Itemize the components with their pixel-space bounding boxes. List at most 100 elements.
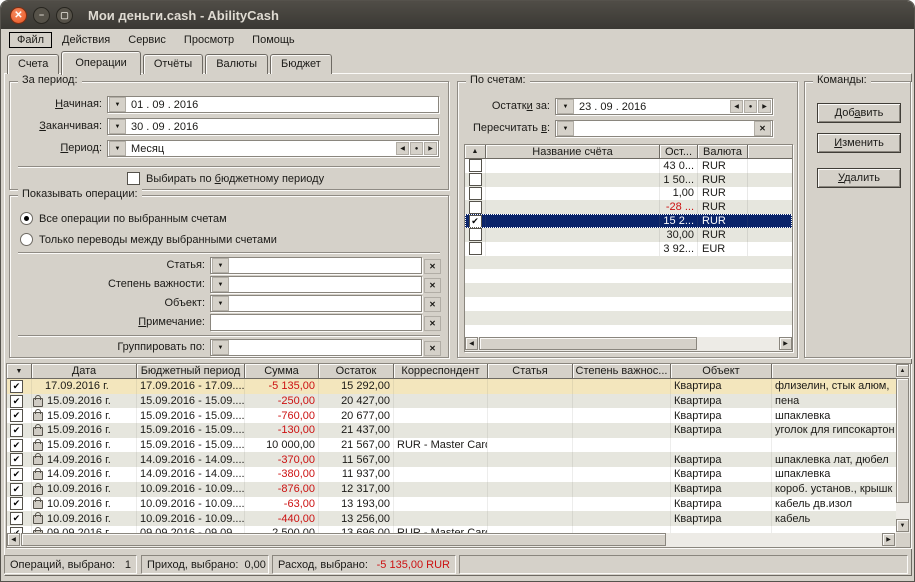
operation-row[interactable]: ✔15.09.2016 г.15.09.2016 - 15.09....-130… (7, 423, 896, 438)
chevron-down-icon[interactable]: ▼ (109, 97, 126, 112)
operation-row[interactable]: ✔10.09.2016 г.10.09.2016 - 10.09....-440… (7, 511, 896, 526)
operation-row[interactable]: ✔14.09.2016 г.14.09.2016 - 14.09....-370… (7, 452, 896, 467)
radio-button-icon[interactable] (20, 233, 33, 246)
operation-checkbox[interactable]: ✔ (10, 424, 23, 437)
tab-accounts[interactable]: Счета (7, 54, 59, 74)
tab-currencies[interactable]: Валюты (205, 54, 268, 74)
tab-reports[interactable]: Отчёты (143, 54, 203, 74)
operation-checkbox[interactable]: ✔ (10, 453, 23, 466)
add-button[interactable]: Добавить (817, 103, 901, 123)
account-checkbox[interactable]: ✔ (469, 215, 482, 228)
accounts-currency-header[interactable]: Валюта (698, 145, 748, 159)
article-header[interactable]: Статья (488, 364, 573, 379)
start-date-field[interactable]: ▼ 01 . 09 . 2016 (107, 96, 439, 113)
scroll-up-button[interactable]: ▲ (896, 364, 909, 377)
menu-help[interactable]: Помощь (244, 32, 303, 48)
operation-row[interactable]: ✔09.09.2016 г.09.09.2016 - 09.09....2 50… (7, 526, 896, 533)
radio-transfers-only[interactable]: Только переводы между выбранными счетами (20, 233, 277, 246)
chevron-down-icon[interactable]: ▼ (212, 277, 229, 292)
scroll-right-button[interactable]: ▶ (882, 533, 895, 546)
budget-period-header[interactable]: Бюджетный период (137, 364, 245, 379)
accounts-hscrollbar[interactable]: ◀ ▶ (465, 337, 792, 351)
tab-operations[interactable]: Операции (61, 51, 140, 75)
delete-button[interactable]: Удалить (817, 168, 901, 188)
account-row[interactable]: 43 0...RUR (465, 159, 792, 173)
operation-row[interactable]: ✔10.09.2016 г.10.09.2016 - 10.09....-876… (7, 482, 896, 497)
account-row[interactable]: 1 50...RUR (465, 173, 792, 187)
close-button[interactable]: ✕ (10, 7, 27, 24)
account-checkbox[interactable] (469, 242, 482, 255)
account-row[interactable]: ✔15 2...RUR (465, 214, 792, 228)
note-input[interactable] (210, 314, 422, 331)
radio-all-operations[interactable]: Все операции по выбранным счетам (20, 212, 227, 225)
operation-checkbox[interactable]: ✔ (10, 409, 23, 422)
menu-actions[interactable]: Действия (54, 32, 118, 48)
prev-day-button[interactable]: ◀ (730, 100, 743, 113)
scroll-right-button[interactable]: ▶ (779, 337, 792, 350)
period-field[interactable]: ▼ Месяц ◀ ● ▶ (107, 140, 439, 157)
clear-note-button[interactable]: ✕ (424, 316, 441, 331)
menu-file[interactable]: Файл (9, 32, 52, 48)
radio-button-icon[interactable] (20, 212, 33, 225)
note-header[interactable] (772, 364, 896, 379)
operation-row[interactable]: ✔15.09.2016 г.15.09.2016 - 15.09....-760… (7, 408, 896, 423)
scrollbar-thumb[interactable] (479, 337, 697, 350)
accounts-name-header[interactable]: Название счёта (486, 145, 660, 159)
clear-object-button[interactable]: ✕ (424, 297, 441, 312)
chevron-down-icon[interactable]: ▼ (557, 121, 574, 136)
account-checkbox[interactable] (469, 201, 482, 214)
correspondent-header[interactable]: Корреспондент (394, 364, 488, 379)
accounts-balance-header[interactable]: Ост... (660, 145, 698, 159)
edit-button[interactable]: Изменить (817, 133, 901, 153)
chevron-down-icon[interactable]: ▼ (212, 258, 229, 273)
prev-period-button[interactable]: ◀ (396, 142, 409, 155)
chevron-down-icon[interactable]: ▼ (557, 99, 574, 114)
operation-row[interactable]: ✔14.09.2016 г.14.09.2016 - 14.09....-380… (7, 467, 896, 482)
clear-article-button[interactable]: ✕ (424, 259, 441, 274)
current-period-button[interactable]: ● (410, 142, 423, 155)
budget-period-checkbox-row[interactable]: Выбирать по бюджетному периоду (127, 172, 324, 185)
operation-row[interactable]: ✔15.09.2016 г.15.09.2016 - 15.09....-250… (7, 394, 896, 409)
operation-row[interactable]: ✔17.09.2016 г.17.09.2016 - 17.09....-5 1… (7, 379, 896, 394)
operation-checkbox[interactable]: ✔ (10, 439, 23, 452)
sum-header[interactable]: Сумма (245, 364, 319, 379)
operations-hscrollbar[interactable]: ◀ ▶ (7, 533, 896, 547)
account-checkbox[interactable] (469, 228, 482, 241)
operation-checkbox[interactable]: ✔ (10, 380, 23, 393)
accounts-sort-header[interactable]: ▲ (465, 145, 486, 159)
scroll-down-button[interactable]: ▼ (896, 519, 909, 532)
scrollbar-thumb[interactable] (21, 533, 666, 546)
operations-sort-header[interactable]: ▼ (7, 364, 32, 379)
object-combobox[interactable]: ▼ (210, 295, 422, 312)
chevron-down-icon[interactable]: ▼ (109, 119, 126, 134)
operation-checkbox[interactable]: ✔ (10, 512, 23, 525)
account-checkbox[interactable] (469, 159, 482, 172)
date-header[interactable]: Дата (32, 364, 137, 379)
next-day-button[interactable]: ▶ (758, 100, 771, 113)
menu-service[interactable]: Сервис (120, 32, 174, 48)
account-row[interactable]: -28 ...RUR (465, 200, 792, 214)
group-by-combobox[interactable]: ▼ (210, 339, 422, 356)
chevron-down-icon[interactable]: ▼ (109, 141, 126, 156)
scroll-left-button[interactable]: ◀ (465, 337, 478, 350)
operations-vscrollbar[interactable]: ▲ ▼ (896, 364, 910, 533)
clear-recalc-button[interactable]: ✕ (754, 121, 771, 136)
operation-checkbox[interactable]: ✔ (10, 468, 23, 481)
chevron-down-icon[interactable]: ▼ (212, 296, 229, 311)
operation-checkbox[interactable]: ✔ (10, 497, 23, 510)
importance-combobox[interactable]: ▼ (210, 276, 422, 293)
account-row[interactable]: 3 92...EUR (465, 242, 792, 256)
maximize-button[interactable]: ▢ (56, 7, 73, 24)
object-header[interactable]: Объект (671, 364, 772, 379)
minimize-button[interactable]: − (33, 7, 50, 24)
balances-date-field[interactable]: ▼ 23 . 09 . 2016 ◀ ● ▶ (555, 98, 773, 115)
next-period-button[interactable]: ▶ (424, 142, 437, 155)
chevron-down-icon[interactable]: ▼ (212, 340, 229, 355)
menu-view[interactable]: Просмотр (176, 32, 242, 48)
balance-header[interactable]: Остаток (319, 364, 394, 379)
account-row[interactable]: 30,00RUR (465, 228, 792, 242)
account-checkbox[interactable] (469, 187, 482, 200)
current-day-button[interactable]: ● (744, 100, 757, 113)
end-date-field[interactable]: ▼ 30 . 09 . 2016 (107, 118, 439, 135)
account-checkbox[interactable] (469, 173, 482, 186)
